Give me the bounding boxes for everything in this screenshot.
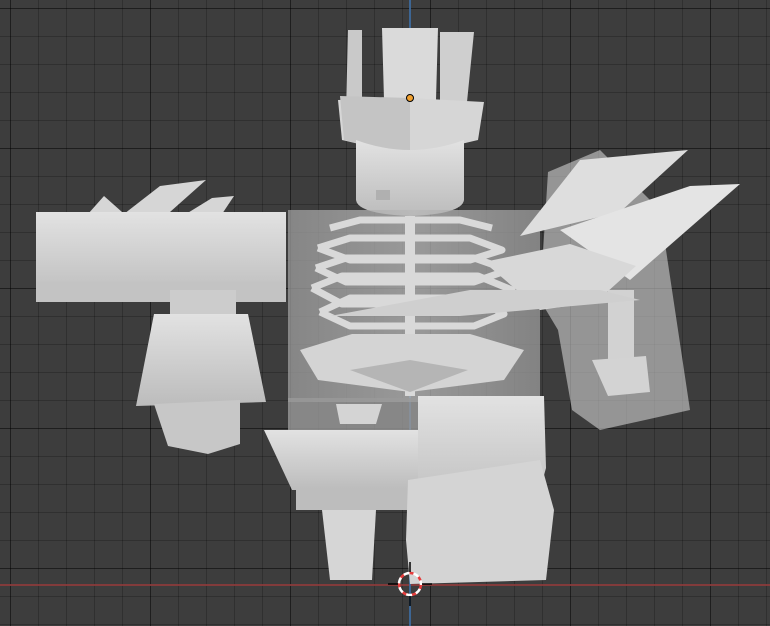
skeleton-model[interactable] [0, 0, 770, 626]
head[interactable] [356, 140, 464, 216]
3d-viewport[interactable] [0, 0, 770, 626]
origin-point-icon [406, 94, 414, 102]
right-leg-armor[interactable] [406, 396, 554, 584]
left-arm-block[interactable] [36, 180, 286, 454]
crown[interactable] [338, 28, 484, 156]
